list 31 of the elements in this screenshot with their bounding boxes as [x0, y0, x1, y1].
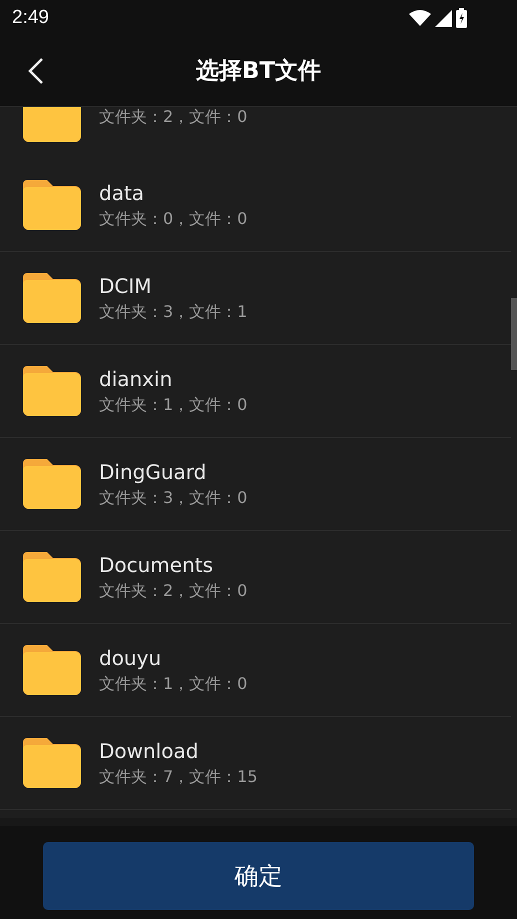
folder-detail: 文件夹：2，文件：0 [99, 580, 248, 602]
folder-detail: 文件夹：1，文件：0 [99, 673, 248, 695]
signal-icon [435, 10, 452, 26]
folder-detail: 文件夹：7，文件：15 [99, 766, 258, 788]
confirm-button[interactable]: 确定 [43, 842, 474, 910]
back-icon [26, 57, 44, 85]
folder-name: dianxin [99, 366, 174, 393]
folder-name: DCIM [99, 273, 153, 300]
folder-icon [23, 552, 81, 602]
scrollbar[interactable] [511, 298, 517, 370]
folder-icon [23, 273, 81, 323]
folder-detail: 文件夹：1，文件：0 [99, 394, 248, 416]
folder-detail: 文件夹：0，文件：0 [99, 208, 248, 230]
status-time: 2:49 [12, 6, 49, 30]
folder-name: Download [99, 738, 200, 765]
folder-icon [23, 645, 81, 695]
folder-name: Documents [99, 552, 214, 579]
folder-icon [23, 366, 81, 416]
folder-icon [23, 459, 81, 509]
folder-detail: 文件夹：3，文件：0 [99, 487, 248, 509]
screen-title: 选择BT文件 [196, 56, 322, 86]
folder-icon [23, 180, 81, 230]
folder-icon [23, 738, 81, 788]
folder-detail: 文件夹：3，文件：1 [99, 301, 248, 323]
folder-name: douyu [99, 645, 162, 672]
wifi-icon [409, 10, 431, 26]
folder-detail: 文件夹：2，文件：0 [99, 107, 248, 128]
folder-icon [23, 107, 81, 142]
folder-name: data [99, 180, 146, 207]
folder-name: DingGuard [99, 459, 208, 486]
battery-icon [456, 8, 467, 28]
